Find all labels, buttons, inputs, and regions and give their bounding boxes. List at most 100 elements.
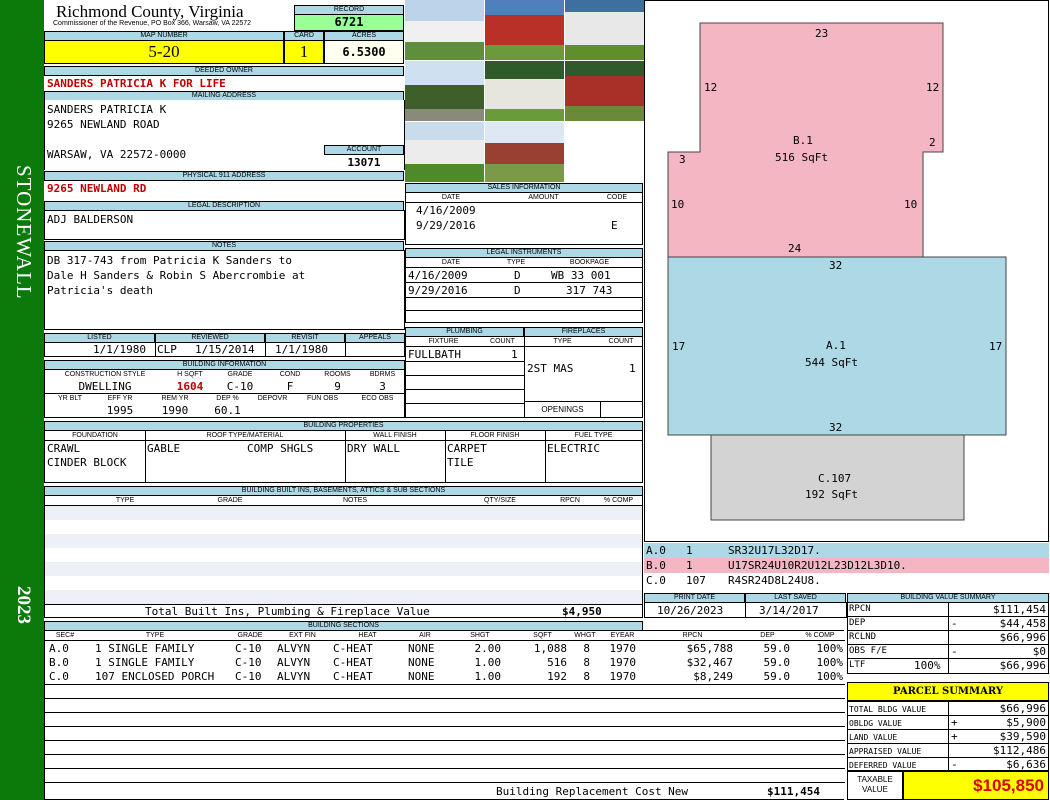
sec-col-grade: GRADE [237,632,263,639]
sec-col-whgt: WHGT [574,632,596,639]
section-row-a[interactable]: A.0 1 SINGLE FAMILY C-10 ALVYN C-HEAT NO… [45,642,845,656]
acres-box: 6.5300 [324,40,404,64]
record-value: 6721 [294,14,404,31]
instr-col-type: TYPE [506,259,526,266]
sec-col-heat: HEAT [358,632,377,639]
legend-row-a: A.0 1 SR32U17L32D17. [644,543,1049,558]
built-ins-total-label: Total Built Ins, Plumbing & Fireplace Va… [145,605,430,618]
sales-col-date: DATE [441,194,461,201]
bi-col-grade: GRADE [227,371,253,378]
prop-col-fuel: FUEL TYPE [574,432,613,439]
taxable-value-label-box: TAXABLE VALUE [847,771,903,800]
building-properties-table: FOUNDATION ROOF TYPE/MATERIAL WALL FINIS… [44,430,643,483]
remodel-year: 1990 [161,404,189,417]
bi-col-effyr: EFF YR [107,395,133,402]
c107-sqft: 192 SqFt [805,488,858,501]
section-row-b[interactable]: B.0 1 SINGLE FAMILY C-10 ALVYN C-HEAT NO… [45,656,845,670]
photo-red-barn[interactable] [485,0,564,60]
legal-description-box: ADJ BALDERSON [44,210,405,240]
sales-table: DATE AMOUNT CODE 4/16/2009 9/29/2016 E [405,192,643,245]
dates-row: 1/1/1980 CLP 1/15/2014 1/1/1980 [44,342,405,357]
instr-2-date: 9/29/2016 [408,284,468,297]
prop-col-roof: ROOF TYPE/MATERIAL [206,432,284,439]
roof-material: COMP SHGLS [247,442,314,455]
deeded-owner: SANDERS PATRICIA K FOR LIFE [47,77,226,90]
legend-row-c: C.0 107 R4SR24D8L24U8. [644,573,1049,588]
b1-dim-top: 23 [815,27,828,40]
photo-house-trees[interactable] [405,122,484,182]
photo-house-front[interactable] [405,0,484,60]
fire-col-count: COUNT [608,338,634,345]
photo-mailbox[interactable] [405,61,484,121]
instr-1-date: 4/16/2009 [408,269,468,282]
photo-barn-side[interactable] [565,61,644,121]
bi-col-cond: COND [279,371,301,378]
prop-col-foundation: FOUNDATION [72,432,118,439]
notes-line-2: Dale H Sanders & Robin S Abercrombie at [47,269,306,282]
fire-1-count: 1 [629,362,636,375]
parcel-summary-title: PARCEL SUMMARY [893,686,1003,697]
account-number: 13071 [347,156,381,169]
bi-col-style: CONSTRUCTION STYLE [64,371,146,378]
acres-value: 6.5300 [342,45,386,59]
building-grade: C-10 [226,380,254,393]
replacement-cost-label: Building Replacement Cost New [496,785,689,798]
instr-col-bookpage: BOOKPAGE [569,259,610,266]
building-info-table: CONSTRUCTION STYLE H SQFT GRADE COND ROO… [44,369,405,418]
photo-garage[interactable] [485,61,564,121]
plumb-1-fixture: FULLBATH [408,348,461,361]
physical-address-label: PHYSICAL 911 ADDRESS [44,171,404,181]
plumb-col-count: COUNT [490,338,515,345]
sec-col-rpcn: RPCN [682,632,703,639]
sales-col-amount: AMOUNT [528,194,559,201]
instruments-table: DATE TYPE BOOKPAGE 4/16/2009 D WB 33 001… [405,257,643,323]
built-ins-table: TYPE GRADE NOTES QTY/SIZE RPCN % COMP To… [44,495,643,618]
mailing-line-1: SANDERS PATRICIA K [47,103,167,116]
instr-1-bookpage: WB 33 001 [551,269,611,282]
instr-col-date: DATE [441,259,461,266]
county-title: Richmond County, Virginia [56,2,244,21]
bi-col-hsqft: H SQFT [177,371,203,378]
photo-white-house[interactable] [565,0,644,60]
property-photos [405,0,644,182]
photo-outbuilding[interactable] [485,122,564,182]
heated-sqft: 1604 [176,380,204,393]
bi-col-bdrms: BDRMS [369,371,396,378]
fireplaces-table: TYPE COUNT 2ST MAS 1 OPENINGS [524,336,643,418]
sec-col-dep: DEP [760,632,775,639]
bi2-col-rpcn: RPCN [560,497,580,504]
sale-2-date: 9/29/2016 [416,219,476,232]
construction-style: DWELLING [78,380,132,393]
district-name: STONEWALL [12,165,36,300]
notes-box: DB 317-743 from Patricia K Sanders to Da… [44,250,405,330]
sec-col-type: TYPE [145,632,165,639]
reviewed-date: 1/15/2014 [195,343,255,356]
fuel-type: ELECTRIC [547,442,600,455]
district-sidebar: STONEWALL 2023 [0,0,44,800]
account-label: ACCOUNT [324,145,404,155]
prop-col-wall: WALL FINISH [373,432,417,439]
print-dates-row: 10/26/2023 3/14/2017 [644,602,847,618]
value-summary-table: RPCN $111,454 DEP - $44,458 RCLND $66,99… [847,602,1049,674]
plumb-1-count: 1 [511,348,518,361]
building-rooms: 9 [334,380,341,393]
b1-sqft: 516 SqFt [775,151,828,164]
section-row-c[interactable]: C.0 107 ENCLOSED PORCH C-10 ALVYN C-HEAT… [45,670,845,684]
bi-col-ecoobs: ECO OBS [361,395,394,402]
openings-label: OPENINGS [541,405,584,414]
sketch-svg: 23 12 12 2 3 10 10 24 B.1 516 SqFt 32 17… [667,22,1007,521]
last-saved: 3/14/2017 [759,604,819,617]
b1-dim-bottom: 24 [788,242,802,255]
bi2-col-qty: QTY/SIZE [484,497,516,504]
bi-col-yrblt: YR BLT [58,395,82,402]
b1-id: B.1 [793,134,813,147]
roof-type: GABLE [147,442,181,455]
sec-col-shgt: SHGT [470,632,490,639]
b1-dim-right-upper: 12 [926,81,939,94]
a1-dim-bottom: 32 [829,421,842,434]
a1-id: A.1 [826,339,846,352]
building-cond: F [286,380,294,393]
sec-col-sqft: SQFT [533,632,552,639]
sketch-legend: A.0 1 SR32U17L32D17. B.0 1 U17SR24U10R2U… [644,543,1049,588]
built-ins-total: $4,950 [562,605,602,618]
